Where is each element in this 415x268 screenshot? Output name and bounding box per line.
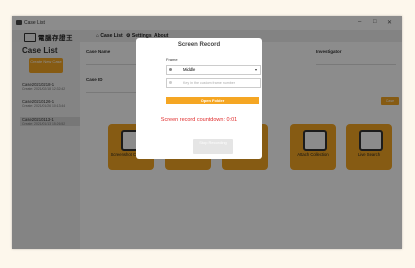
frame-label: Frame [166,57,178,62]
custom-frame-input[interactable]: Key in the custom frame number [166,78,261,88]
custom-frame-placeholder: Key in the custom frame number [183,81,235,85]
screen-record-dialog: Screen Record Frame Middle ▾ Key in the … [136,38,262,159]
open-folder-button[interactable]: Open Folder [166,97,259,104]
radio-icon[interactable] [169,81,172,84]
frame-select[interactable]: Middle ▾ [166,65,261,75]
dialog-title: Screen Record [177,42,221,48]
app-window: Case List – □ ✕ 電腦存證王 ⌂ Case List ⚙ Sett… [12,16,402,249]
chevron-down-icon: ▾ [254,67,257,72]
stop-recording-button[interactable]: Stop Recording [193,139,233,154]
radio-icon[interactable] [169,68,172,71]
countdown-text: Screen record countdown: 0:01 [160,117,238,123]
frame-select-value: Middle [183,67,196,72]
